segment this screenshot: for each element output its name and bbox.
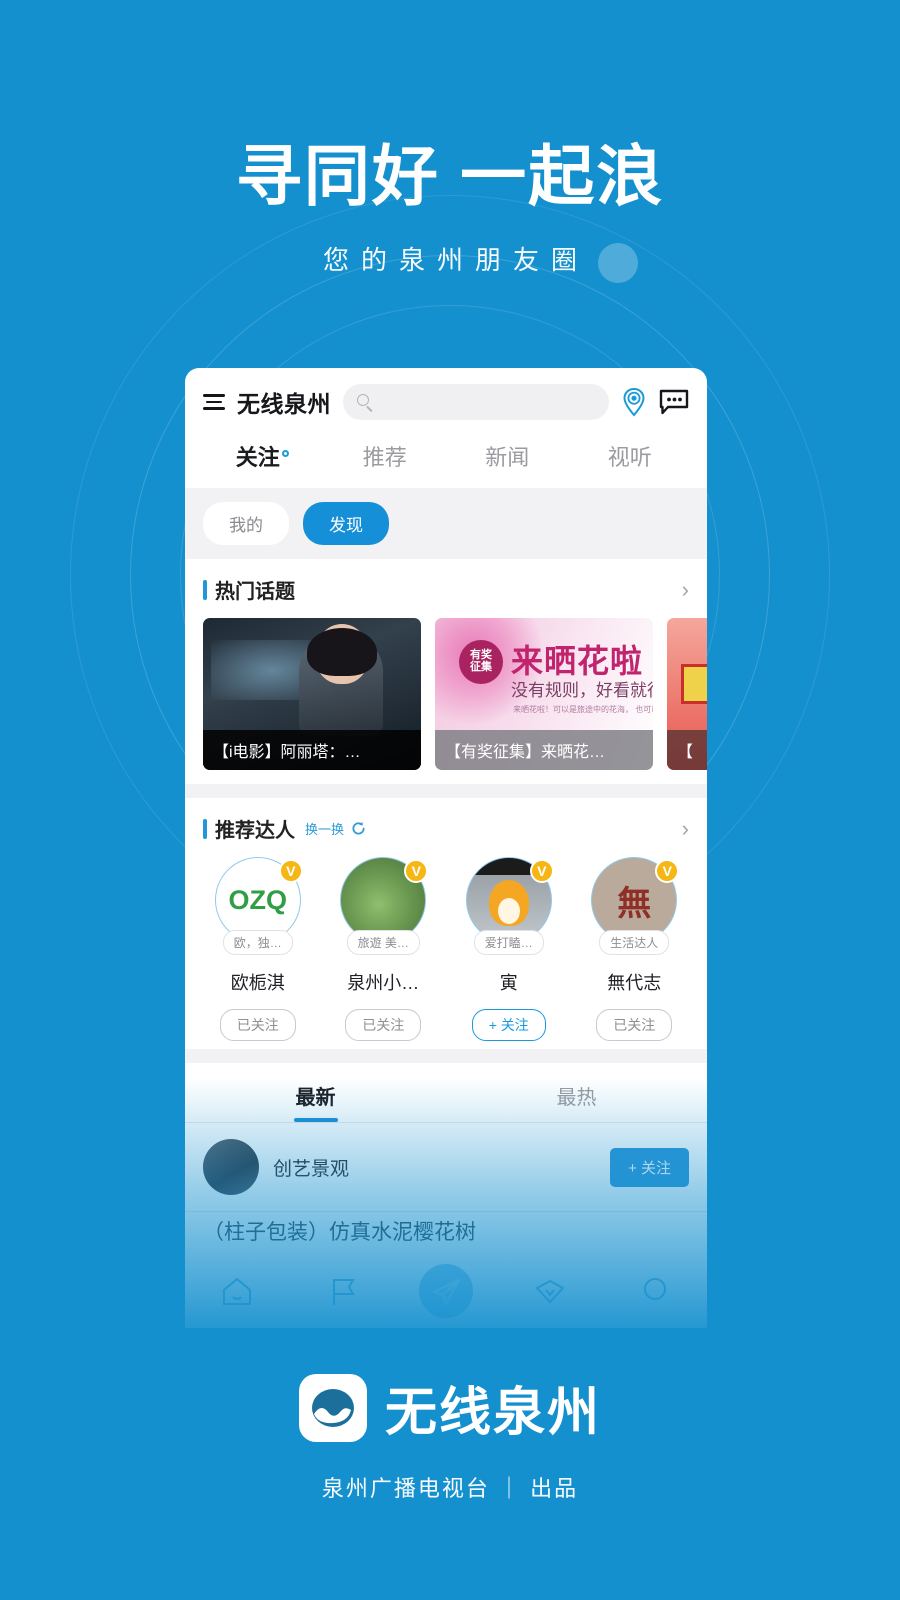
sort-tab-hottest[interactable]: 最热 xyxy=(446,1081,707,1122)
footer-logo-row: 无线泉州 xyxy=(0,1370,900,1445)
experts-list: OZQ V 欧，独… 欧栀淇 已关注 V 旅遊 美… 泉州小… 已关注 V 爱打… xyxy=(185,853,707,1049)
chip-row: 我的 发现 xyxy=(185,488,707,559)
avatar-mascot-belly xyxy=(497,898,520,925)
topic-card[interactable]: 【i电影】阿丽塔：… xyxy=(203,618,421,770)
profile-icon xyxy=(643,1278,666,1300)
sort-tab-indicator xyxy=(293,1118,338,1122)
post-body-text: （柱子包装）仿真水泥樱花树 xyxy=(203,1221,476,1244)
refresh-icon[interactable] xyxy=(351,821,366,836)
home-icon xyxy=(223,1277,252,1305)
verified-badge-icon: V xyxy=(404,859,429,883)
topic-card-caption: 【 xyxy=(667,730,707,770)
sort-tab-bar: 最新 最热 xyxy=(185,1063,707,1122)
nav-item-flag[interactable] xyxy=(289,1264,393,1318)
hot-topics-carousel[interactable]: 【i电影】阿丽塔：… 有奖 征集 来晒花啦 没有规则，好看就行 来晒花啦！可以是… xyxy=(185,614,707,784)
hot-topics-chevron-icon[interactable]: › xyxy=(682,578,689,601)
expert-tag: 爱打瞌… xyxy=(473,930,544,955)
section-divider-band xyxy=(185,1049,707,1063)
tab-shiting[interactable]: 视听 xyxy=(569,440,692,472)
experts-title: 推荐达人 xyxy=(215,820,295,842)
feed-post-header: 创艺景观 + 关注 xyxy=(185,1123,707,1211)
expert-card[interactable]: 無 V 生活达人 無代志 已关注 xyxy=(572,857,698,1041)
sort-tab-newest-label: 最新 xyxy=(295,1087,336,1109)
flag-icon xyxy=(332,1279,355,1305)
footer: 无线泉州 泉州广播电视台 ｜ 出品 xyxy=(0,1370,900,1503)
tab-tuijian[interactable]: 推荐 xyxy=(324,440,447,472)
expert-card[interactable]: OZQ V 欧，独… 欧栀淇 已关注 xyxy=(195,857,321,1041)
tab-xinwen[interactable]: 新闻 xyxy=(446,440,569,472)
tab-badge-dot xyxy=(281,449,289,457)
location-pin-icon[interactable] xyxy=(621,387,647,417)
hamburger-menu-icon[interactable] xyxy=(203,394,225,410)
expert-card[interactable]: V 爱打瞌… 寅 + 关注 xyxy=(446,857,572,1041)
post-follow-button[interactable]: + 关注 xyxy=(610,1147,689,1187)
follow-button[interactable]: + 关注 xyxy=(471,1009,546,1041)
post-author-name: 创艺景观 xyxy=(273,1158,350,1180)
experts-header: 推荐达人 换一换 › xyxy=(185,798,707,853)
verified-badge-icon: V xyxy=(278,859,303,883)
phone-mockup: 无线泉州 关注 推荐 新闻 视听 我的 发现 热门话题 › 【i电影】阿丽塔：…… xyxy=(185,368,707,1328)
verified-badge-icon: V xyxy=(655,859,680,883)
tab-guanzhu[interactable]: 关注 xyxy=(201,440,324,472)
card-prize-badge: 有奖 征集 xyxy=(459,640,503,684)
card-artwork-hair xyxy=(307,628,377,676)
main-tab-bar: 关注 推荐 新闻 视听 xyxy=(185,434,707,488)
expert-tag: 生活达人 xyxy=(599,930,670,955)
section-accent-bar xyxy=(203,818,207,839)
search-icon xyxy=(357,394,373,413)
topic-card[interactable]: 【 xyxy=(667,618,707,770)
topic-card[interactable]: 有奖 征集 来晒花啦 没有规则，好看就行 来晒花啦！可以是旅途中的花海， 也可以… xyxy=(435,618,653,770)
follow-button[interactable]: 已关注 xyxy=(345,1009,422,1041)
tab-guanzhu-label: 关注 xyxy=(235,445,280,470)
avatar[interactable] xyxy=(203,1139,259,1195)
follow-button[interactable]: 已关注 xyxy=(219,1009,296,1041)
section-accent-bar xyxy=(203,579,207,600)
nav-item-discover[interactable] xyxy=(498,1264,602,1318)
card-sub-text: 没有规则，好看就行 xyxy=(511,681,653,700)
card-prize-badge-line2: 征集 xyxy=(470,661,492,673)
app-header: 无线泉州 xyxy=(185,368,707,434)
follow-button[interactable]: 已关注 xyxy=(596,1009,673,1041)
expert-name: 寅 xyxy=(499,973,518,993)
nav-item-profile[interactable] xyxy=(603,1264,707,1318)
expert-card[interactable]: V 旅遊 美… 泉州小… 已关注 xyxy=(321,857,447,1041)
hot-topics-title: 热门话题 xyxy=(215,581,295,603)
expert-tag: 欧，独… xyxy=(222,930,293,955)
card-artwork-square xyxy=(681,664,707,704)
send-icon xyxy=(419,1264,474,1318)
expert-name: 欧栀淇 xyxy=(230,973,285,993)
footer-tagline: 泉州广播电视台 ｜ 出品 xyxy=(321,1476,579,1501)
nav-item-publish[interactable] xyxy=(394,1264,498,1318)
sort-tab-newest[interactable]: 最新 xyxy=(185,1081,446,1122)
hero-subtitle: 您的泉州朋友圈 xyxy=(322,245,589,275)
chip-discover[interactable]: 发现 xyxy=(303,502,389,545)
chip-mine[interactable]: 我的 xyxy=(203,502,289,545)
topic-card-caption: 【i电影】阿丽塔：… xyxy=(203,730,421,770)
wave-logo-icon xyxy=(298,1373,367,1442)
footer-brand: 无线泉州 xyxy=(384,1384,601,1442)
message-bubble-icon[interactable] xyxy=(659,389,689,415)
nav-item-home[interactable] xyxy=(185,1264,289,1318)
topic-card-caption: 【有奖征集】来晒花… xyxy=(435,730,653,770)
app-title: 无线泉州 xyxy=(237,391,331,417)
expert-tag: 旅遊 美… xyxy=(346,930,420,955)
expert-name: 泉州小… xyxy=(347,973,420,993)
experts-refresh-label[interactable]: 换一换 xyxy=(305,819,344,838)
hot-topics-header: 热门话题 › xyxy=(185,559,707,614)
section-divider-band xyxy=(185,784,707,798)
search-input[interactable] xyxy=(343,384,609,420)
verified-badge-icon: V xyxy=(529,859,554,883)
experts-chevron-icon[interactable]: › xyxy=(682,817,689,840)
card-tiny-text: 来晒花啦！可以是旅途中的花海， 也可以是上班路上的花丛，来图就可以 赢取流量费等… xyxy=(513,705,653,714)
expert-name: 無代志 xyxy=(607,973,662,993)
bottom-nav-bar xyxy=(185,1264,707,1318)
hero-headline: 寻同好 一起浪 xyxy=(235,139,665,213)
diamond-icon xyxy=(536,1280,565,1303)
